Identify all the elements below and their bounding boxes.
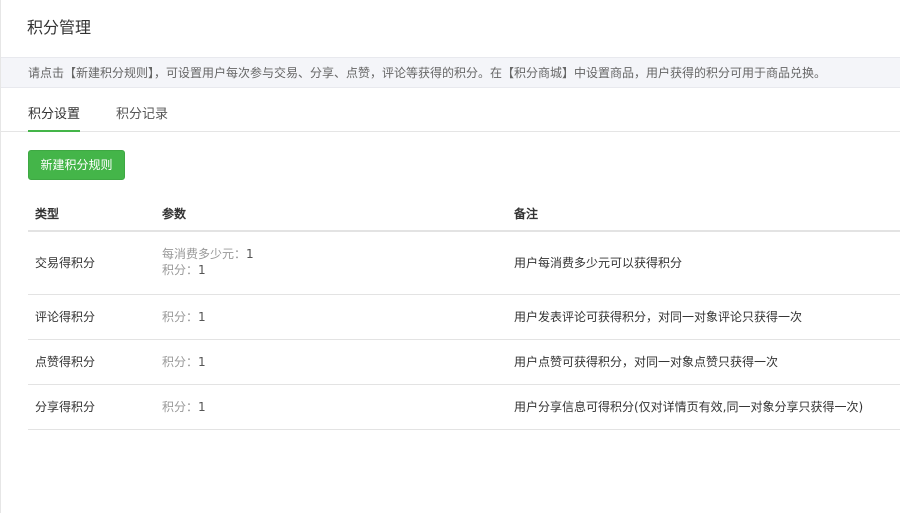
tab-points-records[interactable]: 积分记录 [116,106,168,124]
points-rules-table: 类型 参数 备注 交易得积分 每消费多少元：1 积分：1 用户每消费多少元可以获… [28,197,900,430]
param-value: 1 [198,263,206,277]
row-params: 积分：1 [162,399,206,415]
param-value: 1 [246,247,254,261]
row-params: 积分：1 [162,354,206,370]
table-row: 分享得积分 积分：1 用户分享信息可得积分(仅对详情页有效,同一对象分享只获得一… [28,385,900,430]
param-label: 积分： [162,310,199,324]
param-label: 积分： [162,263,199,277]
new-points-rule-button[interactable]: 新建积分规则 [28,150,125,180]
param-label: 每消费多少元： [162,247,247,261]
row-remark: 用户发表评论可获得积分，对同一对象评论只获得一次 [514,310,803,324]
row-type: 分享得积分 [35,400,96,414]
info-notice: 请点击【新建积分规则】，可设置用户每次参与交易、分享、点赞，评论等获得的积分。在… [1,57,900,88]
row-remark: 用户分享信息可得积分(仅对详情页有效,同一对象分享只获得一次) [514,400,864,414]
param-line: 每消费多少元：1 [162,246,254,262]
row-type: 评论得积分 [35,310,96,324]
row-params: 积分：1 [162,309,206,325]
header-params: 参数 [162,207,187,221]
tab-bar: 积分设置 积分记录 [1,96,900,132]
row-type: 交易得积分 [35,256,96,270]
row-type: 点赞得积分 [35,355,96,369]
header-type: 类型 [35,207,60,221]
table-header: 类型 参数 备注 [28,197,900,232]
table-row: 交易得积分 每消费多少元：1 积分：1 用户每消费多少元可以获得积分 [28,232,900,295]
row-params: 每消费多少元：1 积分：1 [162,246,254,278]
tab-points-settings[interactable]: 积分设置 [28,106,81,132]
row-remark: 用户点赞可获得积分，对同一对象点赞只获得一次 [514,355,779,369]
points-management-page: 积分管理 请点击【新建积分规则】，可设置用户每次参与交易、分享、点赞，评论等获得… [0,0,900,513]
param-label: 积分： [162,355,199,369]
param-line: 积分：1 [162,262,254,278]
header-remark: 备注 [514,207,539,221]
param-label: 积分： [162,400,199,414]
table-row: 点赞得积分 积分：1 用户点赞可获得积分，对同一对象点赞只获得一次 [28,340,900,385]
notice-text: 请点击【新建积分规则】，可设置用户每次参与交易、分享、点赞，评论等获得的积分。在… [28,66,827,80]
param-value: 1 [198,355,206,369]
page-title: 积分管理 [27,18,92,37]
table-row: 评论得积分 积分：1 用户发表评论可获得积分，对同一对象评论只获得一次 [28,295,900,340]
param-value: 1 [198,310,206,324]
param-value: 1 [198,400,206,414]
row-remark: 用户每消费多少元可以获得积分 [514,256,683,270]
